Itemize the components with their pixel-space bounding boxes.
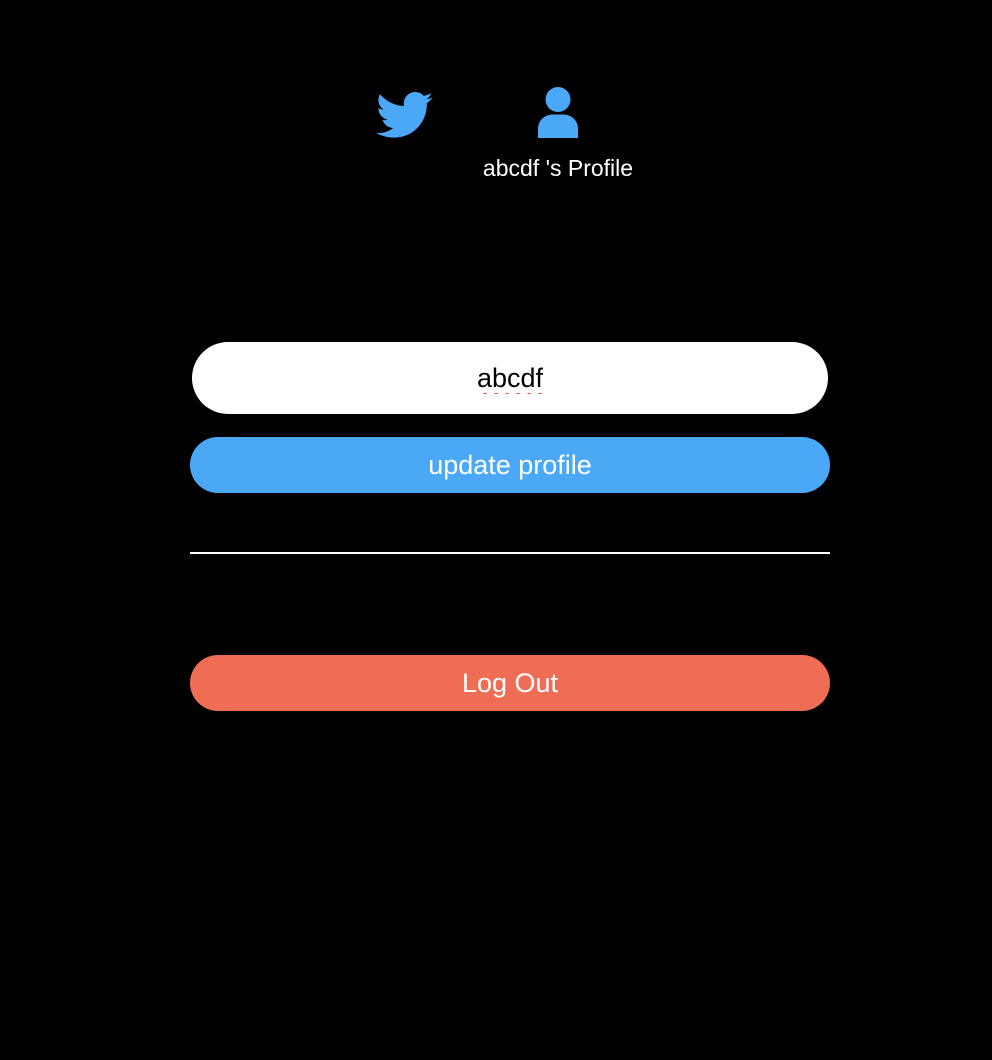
top-navigation: abcdf 's Profile <box>0 86 992 196</box>
log-out-button[interactable]: Log Out <box>190 655 830 711</box>
profile-label: abcdf 's Profile <box>482 155 634 181</box>
display-name-input[interactable] <box>192 342 828 414</box>
profile-form: update profile <box>190 342 830 493</box>
profile-link[interactable]: abcdf 's Profile <box>458 86 658 186</box>
divider <box>190 552 830 554</box>
twitter-bird-icon <box>376 92 434 140</box>
user-icon <box>536 86 580 138</box>
update-profile-button[interactable]: update profile <box>190 437 830 493</box>
profile-page: abcdf 's Profile update profile Log Out <box>0 0 992 1060</box>
home-link[interactable] <box>376 92 434 140</box>
